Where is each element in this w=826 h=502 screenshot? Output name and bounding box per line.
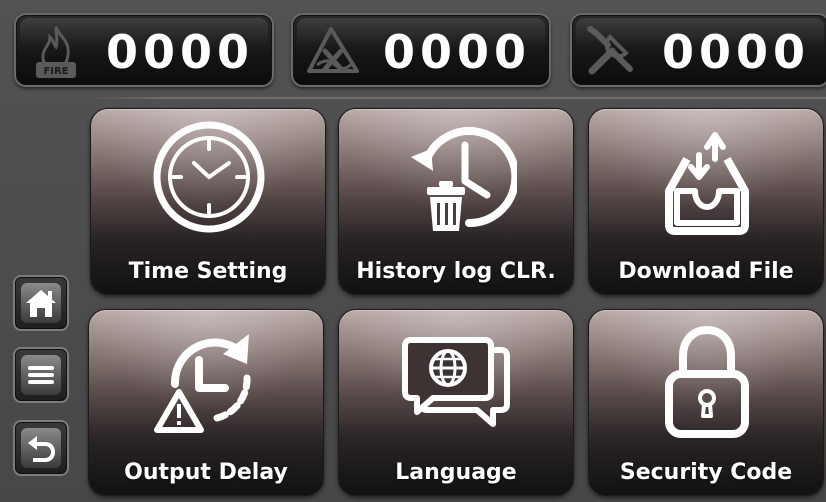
history-log-clear-tile[interactable]: History log CLR. (338, 108, 574, 295)
fault-counter: 0000 (291, 13, 551, 87)
back-button[interactable] (13, 420, 69, 476)
tile-label: Language (395, 460, 517, 485)
maintenance-count: 0000 (661, 25, 810, 79)
header-divider (88, 97, 826, 99)
home-icon (21, 283, 61, 323)
menu-button[interactable] (13, 347, 69, 403)
fire-count: 0000 (105, 25, 254, 79)
tile-label: History log CLR. (356, 259, 556, 284)
fire-icon: FIRE (36, 26, 76, 78)
security-code-tile[interactable]: Security Code (588, 309, 824, 496)
clock-icon (153, 121, 265, 233)
download-file-tile[interactable]: Download File (588, 108, 824, 295)
fire-counter: FIRE 0000 (14, 13, 274, 87)
menu-icon (21, 355, 61, 395)
home-button[interactable] (13, 275, 69, 331)
back-icon (21, 428, 61, 468)
maintenance-counter: 0000 (570, 13, 826, 87)
tile-label: Security Code (619, 460, 793, 485)
output-delay-tile[interactable]: Output Delay (88, 309, 324, 496)
language-globe-icon (402, 337, 510, 427)
fault-icon (307, 27, 359, 73)
padlock-icon (665, 325, 749, 438)
language-tile[interactable]: Language (338, 309, 574, 496)
output-delay-icon (154, 334, 251, 433)
tile-label: Time Setting (128, 259, 288, 284)
tools-icon (587, 26, 633, 75)
history-clear-icon (411, 127, 517, 231)
download-tray-icon (665, 132, 749, 235)
time-setting-tile[interactable]: Time Setting (90, 108, 326, 295)
tile-label: Download File (618, 259, 794, 284)
svg-text:FIRE: FIRE (43, 66, 68, 77)
fault-count: 0000 (382, 25, 531, 79)
tile-label: Output Delay (124, 460, 288, 485)
panel-screen: FIRE 0000 0000 0000 Time Setting History… (0, 0, 826, 502)
